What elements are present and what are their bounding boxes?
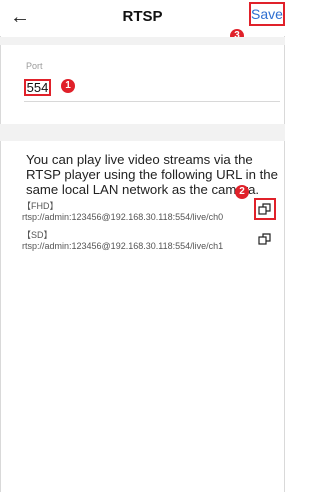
- port-underline: [24, 101, 280, 102]
- fhd-rtsp-url: 【FHD】rtsp://admin:123456@192.168.30.118:…: [22, 201, 224, 222]
- copy-fhd-button[interactable]: [254, 198, 276, 220]
- copy-icon: [258, 233, 271, 245]
- page-title: RTSP: [122, 8, 163, 25]
- callout-badge-copy: 2: [235, 185, 249, 199]
- section-divider: [0, 37, 285, 45]
- port-label: Port: [26, 61, 43, 71]
- copy-sd-button[interactable]: [254, 228, 276, 250]
- section-divider: [0, 124, 285, 141]
- sd-rtsp-url: 【SD】rtsp://admin:123456@192.168.30.118:5…: [22, 230, 224, 251]
- callout-badge-port: 1: [61, 79, 75, 93]
- copy-icon: [258, 203, 271, 215]
- save-button[interactable]: Save: [249, 2, 285, 26]
- port-input[interactable]: 554: [24, 79, 51, 96]
